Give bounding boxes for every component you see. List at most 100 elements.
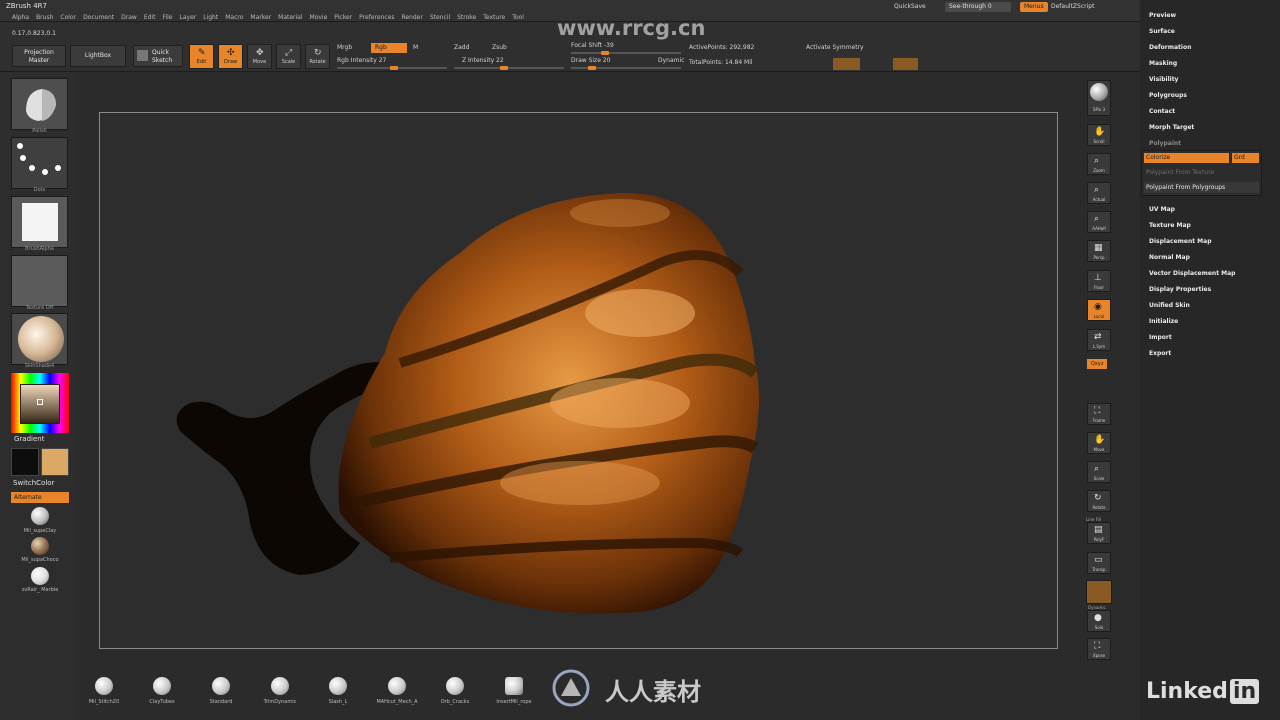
morph-target-subpalette[interactable]: Morph Target — [1149, 124, 1194, 131]
texture-map-subpalette[interactable]: Texture Map — [1149, 222, 1191, 229]
unified-skin-subpalette[interactable]: Unified Skin — [1149, 302, 1190, 309]
grd-button[interactable]: Grd — [1232, 153, 1259, 163]
secondary-color-swatch[interactable] — [11, 448, 39, 476]
gradient-toggle[interactable]: Gradient — [14, 435, 44, 443]
normal-map-subpalette[interactable]: Normal Map — [1149, 254, 1190, 261]
mrgb-button[interactable]: Mrgb — [337, 44, 352, 51]
color-picker-sv[interactable] — [20, 384, 60, 424]
menu-stroke[interactable]: Stroke — [457, 14, 476, 21]
export-subpalette[interactable]: Export — [1149, 350, 1171, 357]
import-subpalette[interactable]: Import — [1149, 334, 1172, 341]
brush-insert-rope[interactable]: InsertMil_rope — [483, 677, 545, 705]
edit-mode-button[interactable]: ✎ Edit — [189, 44, 214, 69]
masking-subpalette[interactable]: Masking — [1149, 60, 1177, 67]
menu-file[interactable]: File — [162, 14, 172, 21]
menu-stencil[interactable]: Stencil — [430, 14, 450, 21]
draw-mode-button[interactable]: ✣ Draw — [218, 44, 243, 69]
z-intensity-knob[interactable] — [500, 66, 508, 70]
polypaint-from-texture-button[interactable]: Polypaint From Texture — [1146, 169, 1214, 176]
initialize-subpalette[interactable]: Initialize — [1149, 318, 1178, 325]
menus-toggle-button[interactable]: Menus — [1020, 2, 1048, 12]
display-properties-subpalette[interactable]: Display Properties — [1149, 286, 1211, 293]
brush-orb-cracks[interactable]: Orb_Cracks — [424, 677, 486, 705]
draw-size-knob[interactable] — [588, 66, 596, 70]
rgb-intensity-knob[interactable] — [390, 66, 398, 70]
default-zscript-button[interactable]: DefaultZScript — [1047, 2, 1098, 12]
material-ball-3[interactable] — [31, 567, 49, 585]
m-button[interactable]: M — [413, 44, 418, 51]
seethrough-slider[interactable]: See-through 0 — [945, 2, 1011, 12]
menu-document[interactable]: Document — [83, 14, 114, 21]
spix-button[interactable]: SPix 3 — [1087, 80, 1111, 116]
colorize-button[interactable]: Colorize — [1144, 153, 1229, 163]
contact-subpalette[interactable]: Contact — [1149, 108, 1175, 115]
local-button[interactable]: ◉ Local — [1087, 299, 1111, 321]
brush-selector[interactable] — [11, 78, 68, 130]
quick-sketch-button[interactable]: Quick Sketch — [133, 45, 183, 67]
xyz-rotate-button[interactable]: Qxyz — [1087, 359, 1108, 369]
lsym-button[interactable]: ⇄ L.Sym — [1087, 329, 1111, 351]
menu-layer[interactable]: Layer — [180, 14, 197, 21]
menu-alpha[interactable]: Alpha — [12, 14, 29, 21]
rotate-view-button[interactable]: ↻ Rotate — [1087, 490, 1111, 512]
polypaint-subpalette[interactable]: Polypaint — [1149, 140, 1181, 147]
rotate-mode-button[interactable]: ↻ Rotate — [305, 44, 330, 69]
menu-color[interactable]: Color — [60, 14, 76, 21]
persp-button[interactable]: ▦ Persp — [1087, 240, 1111, 262]
deformation-subpalette[interactable]: Deformation — [1149, 44, 1191, 51]
brush-standard[interactable]: Standard — [190, 677, 252, 705]
menu-edit[interactable]: Edit — [144, 14, 156, 21]
alternate-button[interactable]: Alternate — [11, 492, 69, 503]
scroll-button[interactable]: ✋ Scroll — [1087, 124, 1111, 146]
floor-button[interactable]: ⊥ Floor — [1087, 270, 1111, 292]
menu-preferences[interactable]: Preferences — [359, 14, 394, 21]
brush-slash[interactable]: Slash_L — [307, 677, 369, 705]
texture-selector[interactable] — [11, 255, 68, 307]
menu-draw[interactable]: Draw — [121, 14, 137, 21]
visibility-subpalette[interactable]: Visibility — [1149, 76, 1178, 83]
ghost-button[interactable] — [1086, 580, 1112, 604]
radial-symmetry-button[interactable] — [893, 58, 918, 70]
surface-subpalette[interactable]: Surface — [1149, 28, 1175, 35]
zoom-button[interactable]: ⌕ Zoom — [1087, 153, 1111, 175]
alpha-selector[interactable] — [11, 196, 68, 248]
move-mode-button[interactable]: ✥ Move — [247, 44, 272, 69]
z-intensity-slider[interactable]: Z Intensity 22 — [462, 57, 504, 64]
aahalf-button[interactable]: ⌕ AAHalf — [1087, 211, 1111, 233]
menu-marker[interactable]: Marker — [250, 14, 271, 21]
material-selector[interactable] — [11, 313, 68, 365]
preview-subpalette[interactable]: Preview — [1149, 12, 1176, 19]
quicksave-button[interactable]: QuickSave — [890, 2, 930, 12]
menu-texture[interactable]: Texture — [483, 14, 505, 21]
color-picker-cursor[interactable] — [37, 399, 43, 405]
focal-shift-knob[interactable] — [601, 51, 609, 55]
activate-symmetry-button[interactable]: Activate Symmetry — [806, 44, 864, 51]
dynamic-toggle[interactable]: Dynamic — [658, 57, 684, 64]
polygroups-subpalette[interactable]: Polygroups — [1149, 92, 1187, 99]
xpose-button[interactable]: ⛶ Xpose — [1087, 638, 1111, 660]
projection-master-button[interactable]: Projection Master — [12, 45, 66, 67]
zsub-button[interactable]: Zsub — [492, 44, 507, 51]
draw-size-slider[interactable]: Draw Size 20 — [571, 57, 610, 64]
menu-material[interactable]: Material — [278, 14, 302, 21]
rgb-intensity-slider[interactable]: Rgb Intensity 27 — [337, 57, 386, 64]
polyf-button[interactable]: ▤ PolyF — [1087, 522, 1111, 544]
menu-brush[interactable]: Brush — [36, 14, 53, 21]
brush-trimdynamic[interactable]: TrimDynamic — [249, 677, 311, 705]
menu-picker[interactable]: Picker — [334, 14, 352, 21]
menu-movie[interactable]: Movie — [310, 14, 328, 21]
stroke-selector[interactable] — [11, 137, 68, 189]
menu-light[interactable]: Light — [203, 14, 218, 21]
main-color-swatch[interactable] — [41, 448, 69, 476]
rgb-button[interactable]: Rgb — [371, 43, 407, 53]
material-ball-2[interactable] — [31, 537, 49, 555]
brush-claytubes[interactable]: ClayTubes — [131, 677, 193, 705]
menu-tool[interactable]: Tool — [512, 14, 524, 21]
menu-render[interactable]: Render — [401, 14, 422, 21]
frame-button[interactable]: ⛶ Frame — [1087, 403, 1111, 425]
uv-map-subpalette[interactable]: UV Map — [1149, 206, 1175, 213]
switchcolor-button[interactable]: SwitchColor — [13, 479, 54, 487]
scale-mode-button[interactable]: ⤢ Scale — [276, 44, 301, 69]
scale-view-button[interactable]: ⌕ Scale — [1087, 461, 1111, 483]
transp-button[interactable]: ▭ Transp — [1087, 552, 1111, 574]
